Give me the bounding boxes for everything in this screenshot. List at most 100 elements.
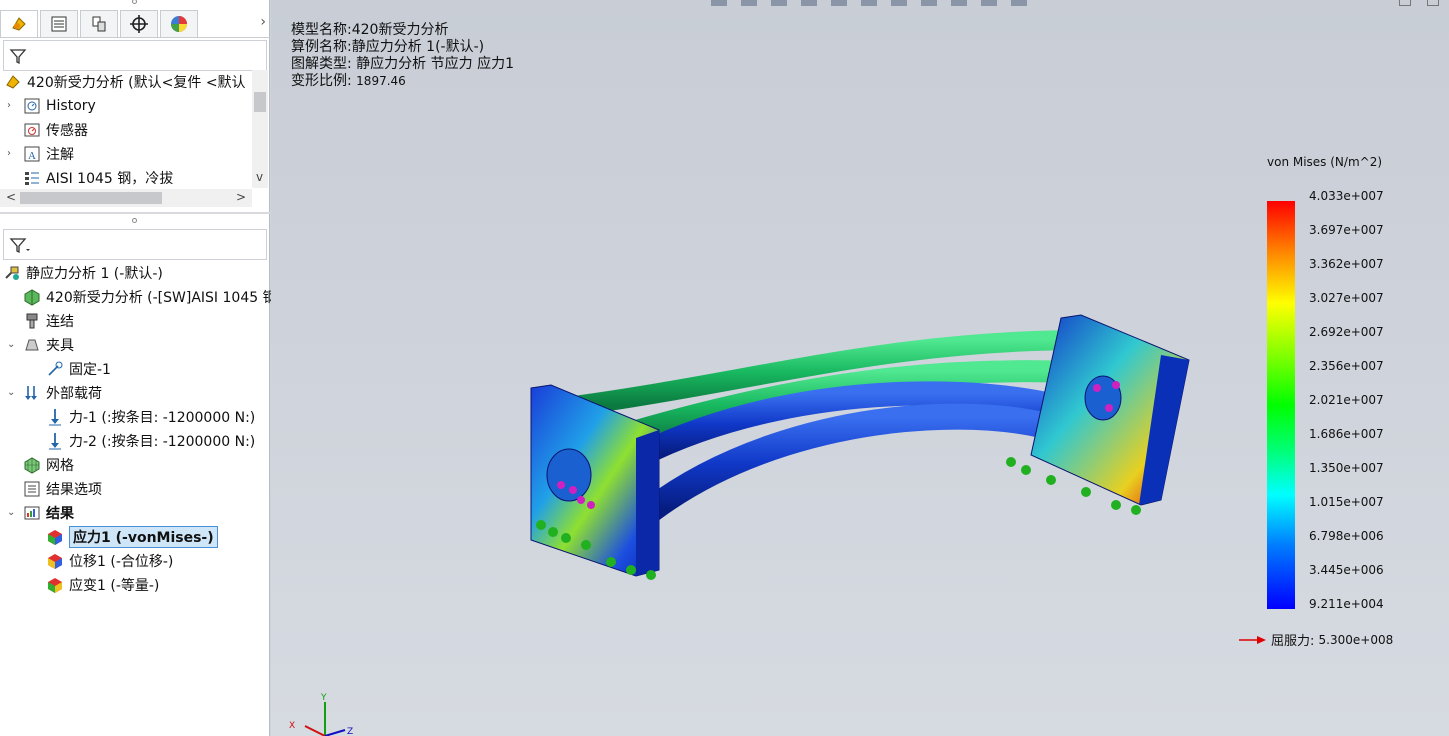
legend-tick-label: 1.015e+007 [1309,495,1384,509]
tab-configuration-manager[interactable] [80,10,118,37]
filter-icon [9,49,27,65]
configuration-manager-icon [92,16,106,32]
study-tree-item-label: 固定-1 [69,362,111,378]
study-tree-item-label: 夹具 [46,338,74,354]
scrollbar-thumb[interactable] [20,192,162,204]
material-label: AISI 1045 钢，冷拔 [46,171,174,187]
pane-divider[interactable] [0,212,270,214]
previous-view-icon[interactable] [771,0,787,6]
graphics-viewport[interactable]: 模型名称:420新受力分析 算例名称:静应力分析 1(-默认-) 图解类型: 静… [271,0,1449,736]
tree-item-material[interactable]: AISI 1045 钢，冷拔 [0,166,173,190]
expand-arrow-icon[interactable]: › [7,149,17,159]
study-tree-item-label: 应力1 (-vonMises-) [69,526,218,548]
study-tree-item[interactable]: 应变1 (-等量-) [0,573,159,597]
legend-title: von Mises (N/m^2) [1267,155,1383,169]
tab-feature-manager[interactable] [0,10,38,37]
study-tree-item-label: 应变1 (-等量-) [69,578,160,594]
stress-plot-icon [45,527,65,547]
strain-plot-icon [45,575,65,595]
study-tree-item[interactable]: 固定-1 [0,357,111,381]
part-icon [3,72,23,92]
edit-appearance-icon[interactable] [951,0,967,6]
yield-value: 5.300e+008 [1318,632,1394,647]
scroll-down-arrow[interactable]: v [256,170,263,184]
restore-window-icon[interactable] [1399,0,1411,6]
plot-type-label: 图解类型: [291,56,352,72]
legend-tick-label: 3.445e+006 [1309,563,1384,577]
stress-plot-model[interactable] [511,300,1211,600]
tree-item-sensors[interactable]: 传感器 [0,118,88,142]
section-view-icon[interactable] [801,0,817,6]
triad-z-label: Z [347,727,353,736]
part-root-item[interactable]: 420新受力分析 (默认<复件 <默认 [3,70,246,94]
plot-type-value: 静应力分析 节应力 应力1 [356,56,514,72]
collapse-arrow-icon[interactable]: ⌄ [7,508,17,518]
view-orientation-icon[interactable] [861,0,877,6]
feature-tree-filter[interactable] [3,40,267,71]
annotation-icon: A [22,144,42,164]
maximize-window-icon[interactable] [1427,0,1439,6]
study-tree-item-label: 结果选项 [46,482,102,498]
sensor-icon [22,120,42,140]
mesh-icon [22,455,42,475]
study-root-item[interactable]: 静应力分析 1 (-默认-) [2,261,163,285]
model-name-value: 420新受力分析 [351,22,449,38]
scrollbar-thumb[interactable] [254,92,266,112]
scroll-right-arrow[interactable]: > [236,190,246,204]
legend-tick-label: 3.697e+007 [1309,223,1384,237]
scroll-left-arrow[interactable]: < [6,190,16,204]
study-tree-item[interactable]: 网格 [0,453,74,477]
displacement-plot-icon [45,551,65,571]
pane-splitter-grip[interactable] [132,218,137,223]
study-tree-item[interactable]: 力-1 (:按条目: -1200000 N:) [0,405,255,429]
legend-tick-label: 2.692e+007 [1309,325,1384,339]
zoom-area-icon[interactable] [741,0,757,6]
tab-display-manager[interactable] [160,10,198,37]
legend-tick-label: 1.686e+007 [1309,427,1384,441]
zoom-to-fit-icon[interactable] [711,0,727,6]
study-tree-item[interactable]: 应力1 (-vonMises-) [0,525,218,549]
display-style-icon[interactable] [891,0,907,6]
study-tree-item[interactable]: ⌄ 结果 [0,501,74,525]
study-tree-item[interactable]: ⌄ 夹具 [0,333,74,357]
legend-tick-label: 4.033e+007 [1309,189,1384,203]
collapse-arrow-icon[interactable]: ⌄ [7,340,17,350]
view-settings-icon[interactable] [1011,0,1027,6]
study-tree-item[interactable]: 力-2 (:按条目: -1200000 N:) [0,429,255,453]
tab-dimxpert[interactable] [120,10,158,37]
deform-scale-label: 变形比例: [291,73,352,89]
panel-splitter-grip[interactable] [132,0,137,4]
hide-show-items-icon[interactable] [921,0,937,6]
plot-type-line: 图解类型: 静应力分析 节应力 应力1 [291,56,514,73]
sensors-label: 传感器 [46,123,88,139]
collapse-arrow-icon[interactable]: ⌄ [7,388,17,398]
study-tree-item[interactable]: 420新受力分析 (-[SW]AISI 1045 钢 [0,285,277,309]
study-tree-item-label: 外部载荷 [46,386,102,402]
study-tree-item-label: 连结 [46,314,74,330]
study-name-line: 算例名称:静应力分析 1(-默认-) [291,39,514,56]
study-root-label: 静应力分析 1 (-默认-) [26,266,163,282]
study-tree-item-label: 力-1 (:按条目: -1200000 N:) [69,410,256,426]
tree-item-annotations[interactable]: › A 注解 [0,142,74,166]
study-tree-item[interactable]: 连结 [0,309,74,333]
yield-strength-indicator: 屈服力: 5.300e+008 [1239,630,1393,649]
feature-tree-horizontal-scrollbar[interactable] [0,189,252,207]
apply-scene-icon[interactable] [981,0,997,6]
study-tree-item-label: 力-2 (:按条目: -1200000 N:) [69,434,256,450]
study-tree-item[interactable]: 位移1 (-合位移-) [0,549,173,573]
dimxpert-icon [130,15,148,33]
study-tree-item[interactable]: 结果选项 [0,477,102,501]
study-tree-item[interactable]: ⌄ 外部载荷 [0,381,102,405]
tab-property-manager[interactable] [40,10,78,37]
expand-arrow-icon[interactable]: › [7,101,17,111]
material-icon [22,168,42,188]
study-tree-filter[interactable] [3,229,267,260]
deform-scale-value: 1897.46 [356,74,406,88]
dynamic-annotation-icon[interactable] [831,0,847,6]
triad-y-label: Y [320,693,327,703]
legend-tick-label: 9.211e+004 [1309,597,1384,611]
stress-color-bar [1267,201,1295,609]
chevron-right-icon[interactable]: › [260,14,266,30]
study-tree-item-label: 网格 [46,458,74,474]
tree-item-history[interactable]: › History [0,94,96,118]
